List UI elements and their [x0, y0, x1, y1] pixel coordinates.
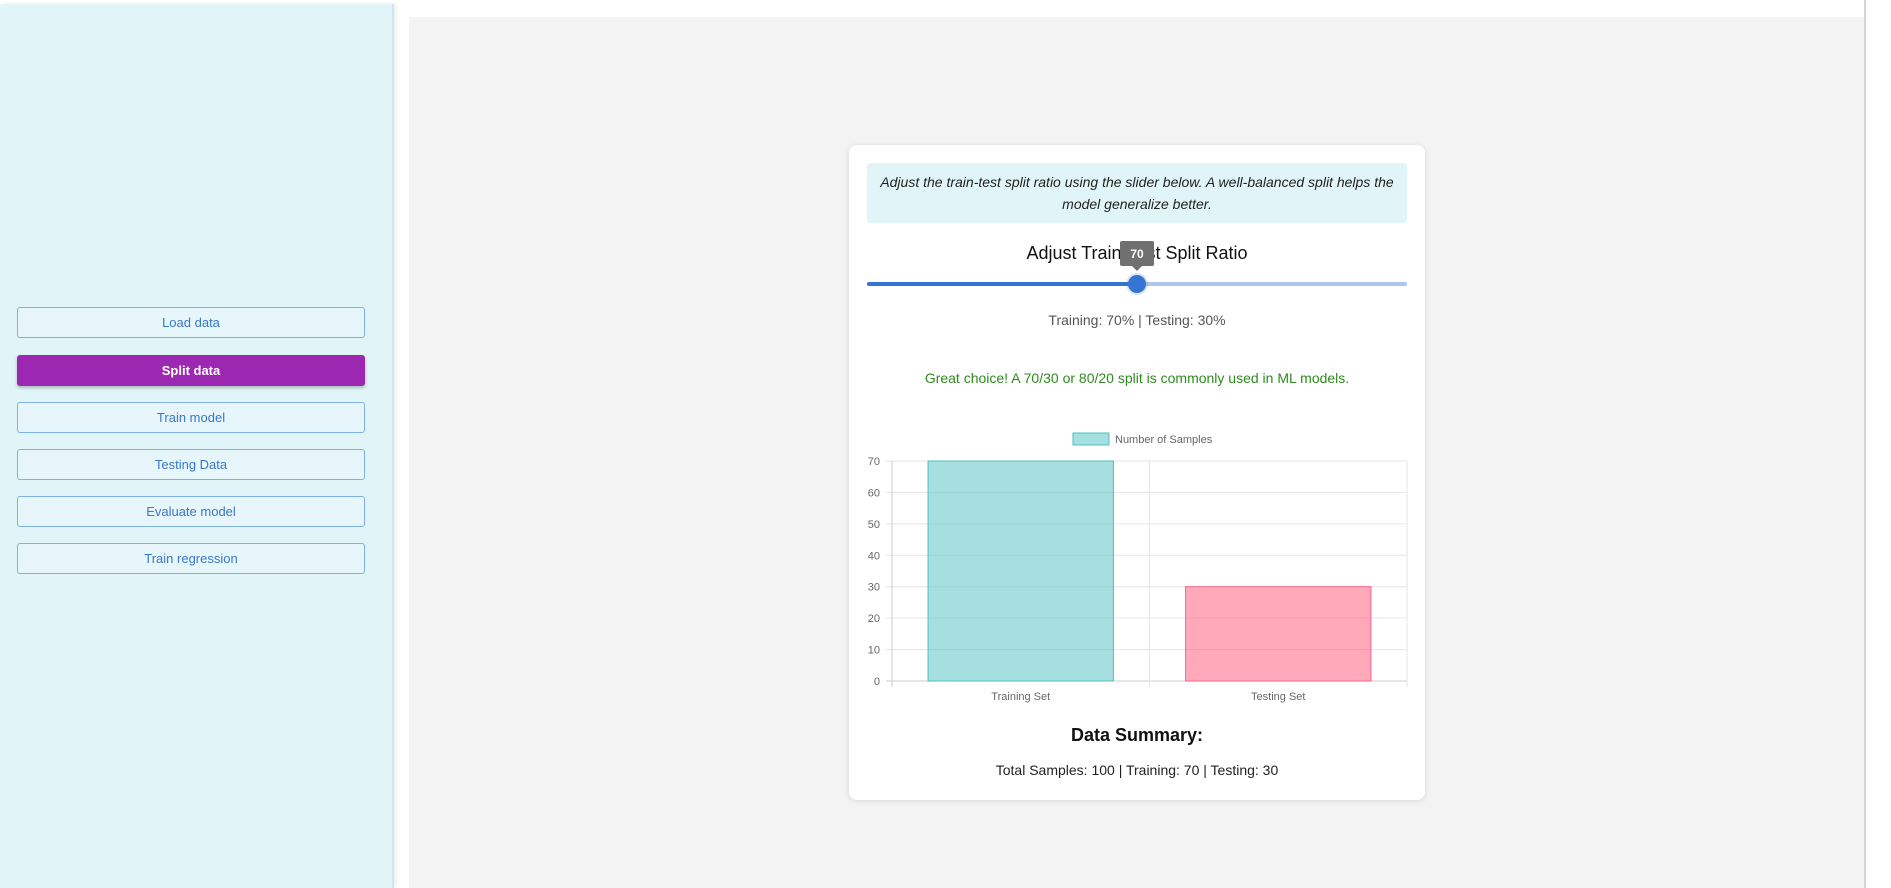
y-tick-label: 30 [868, 582, 880, 594]
sidebar: Load data Split data Train model Testing… [0, 4, 394, 888]
y-tick-label: 0 [874, 676, 880, 688]
ratio-text: Training: 70% | Testing: 30% [1048, 312, 1226, 328]
scrollbar[interactable] [1864, 0, 1891, 888]
y-tick-label: 70 [868, 456, 880, 468]
samples-bar-chart: Number of Samples 0 10 20 30 40 50 60 70 Training… [868, 432, 1408, 703]
x-tick-label: Testing Set [1251, 691, 1305, 703]
y-tick-label: 20 [868, 613, 880, 625]
bar-training-set [927, 460, 1114, 682]
y-tick-label: 60 [868, 487, 880, 499]
train-regression-button[interactable]: Train regression [17, 543, 365, 574]
legend-swatch [1072, 432, 1110, 446]
instruction-box: Adjust the train-test split ratio using … [867, 163, 1407, 223]
y-tick-label: 10 [868, 645, 880, 657]
summary-text: Total Samples: 100 | Training: 70 | Test… [995, 762, 1279, 778]
evaluate-model-button[interactable]: Evaluate model [17, 496, 365, 527]
testing-data-button[interactable]: Testing Data [17, 449, 365, 480]
split-slider-thumb[interactable] [1128, 275, 1146, 293]
scrollbar-track[interactable] [1864, 0, 1866, 888]
train-model-button[interactable]: Train model [17, 402, 365, 433]
load-data-button[interactable]: Load data [17, 307, 365, 338]
feedback-message: Great choice! A 70/30 or 80/20 split is … [924, 370, 1350, 386]
y-tick-label: 50 [868, 519, 880, 531]
summary-title: Data Summary: [1070, 725, 1204, 745]
x-tick-label: Training Set [991, 691, 1050, 703]
split-card: Adjust the train-test split ratio using … [849, 145, 1425, 800]
slider-value-tooltip: 70 [1120, 241, 1154, 271]
bar-testing-set [1185, 586, 1372, 682]
split-slider-fill[interactable] [867, 282, 1137, 286]
split-data-button[interactable]: Split data [17, 355, 365, 386]
legend-label: Number of Samples [1115, 434, 1213, 446]
y-tick-label: 40 [868, 550, 880, 562]
